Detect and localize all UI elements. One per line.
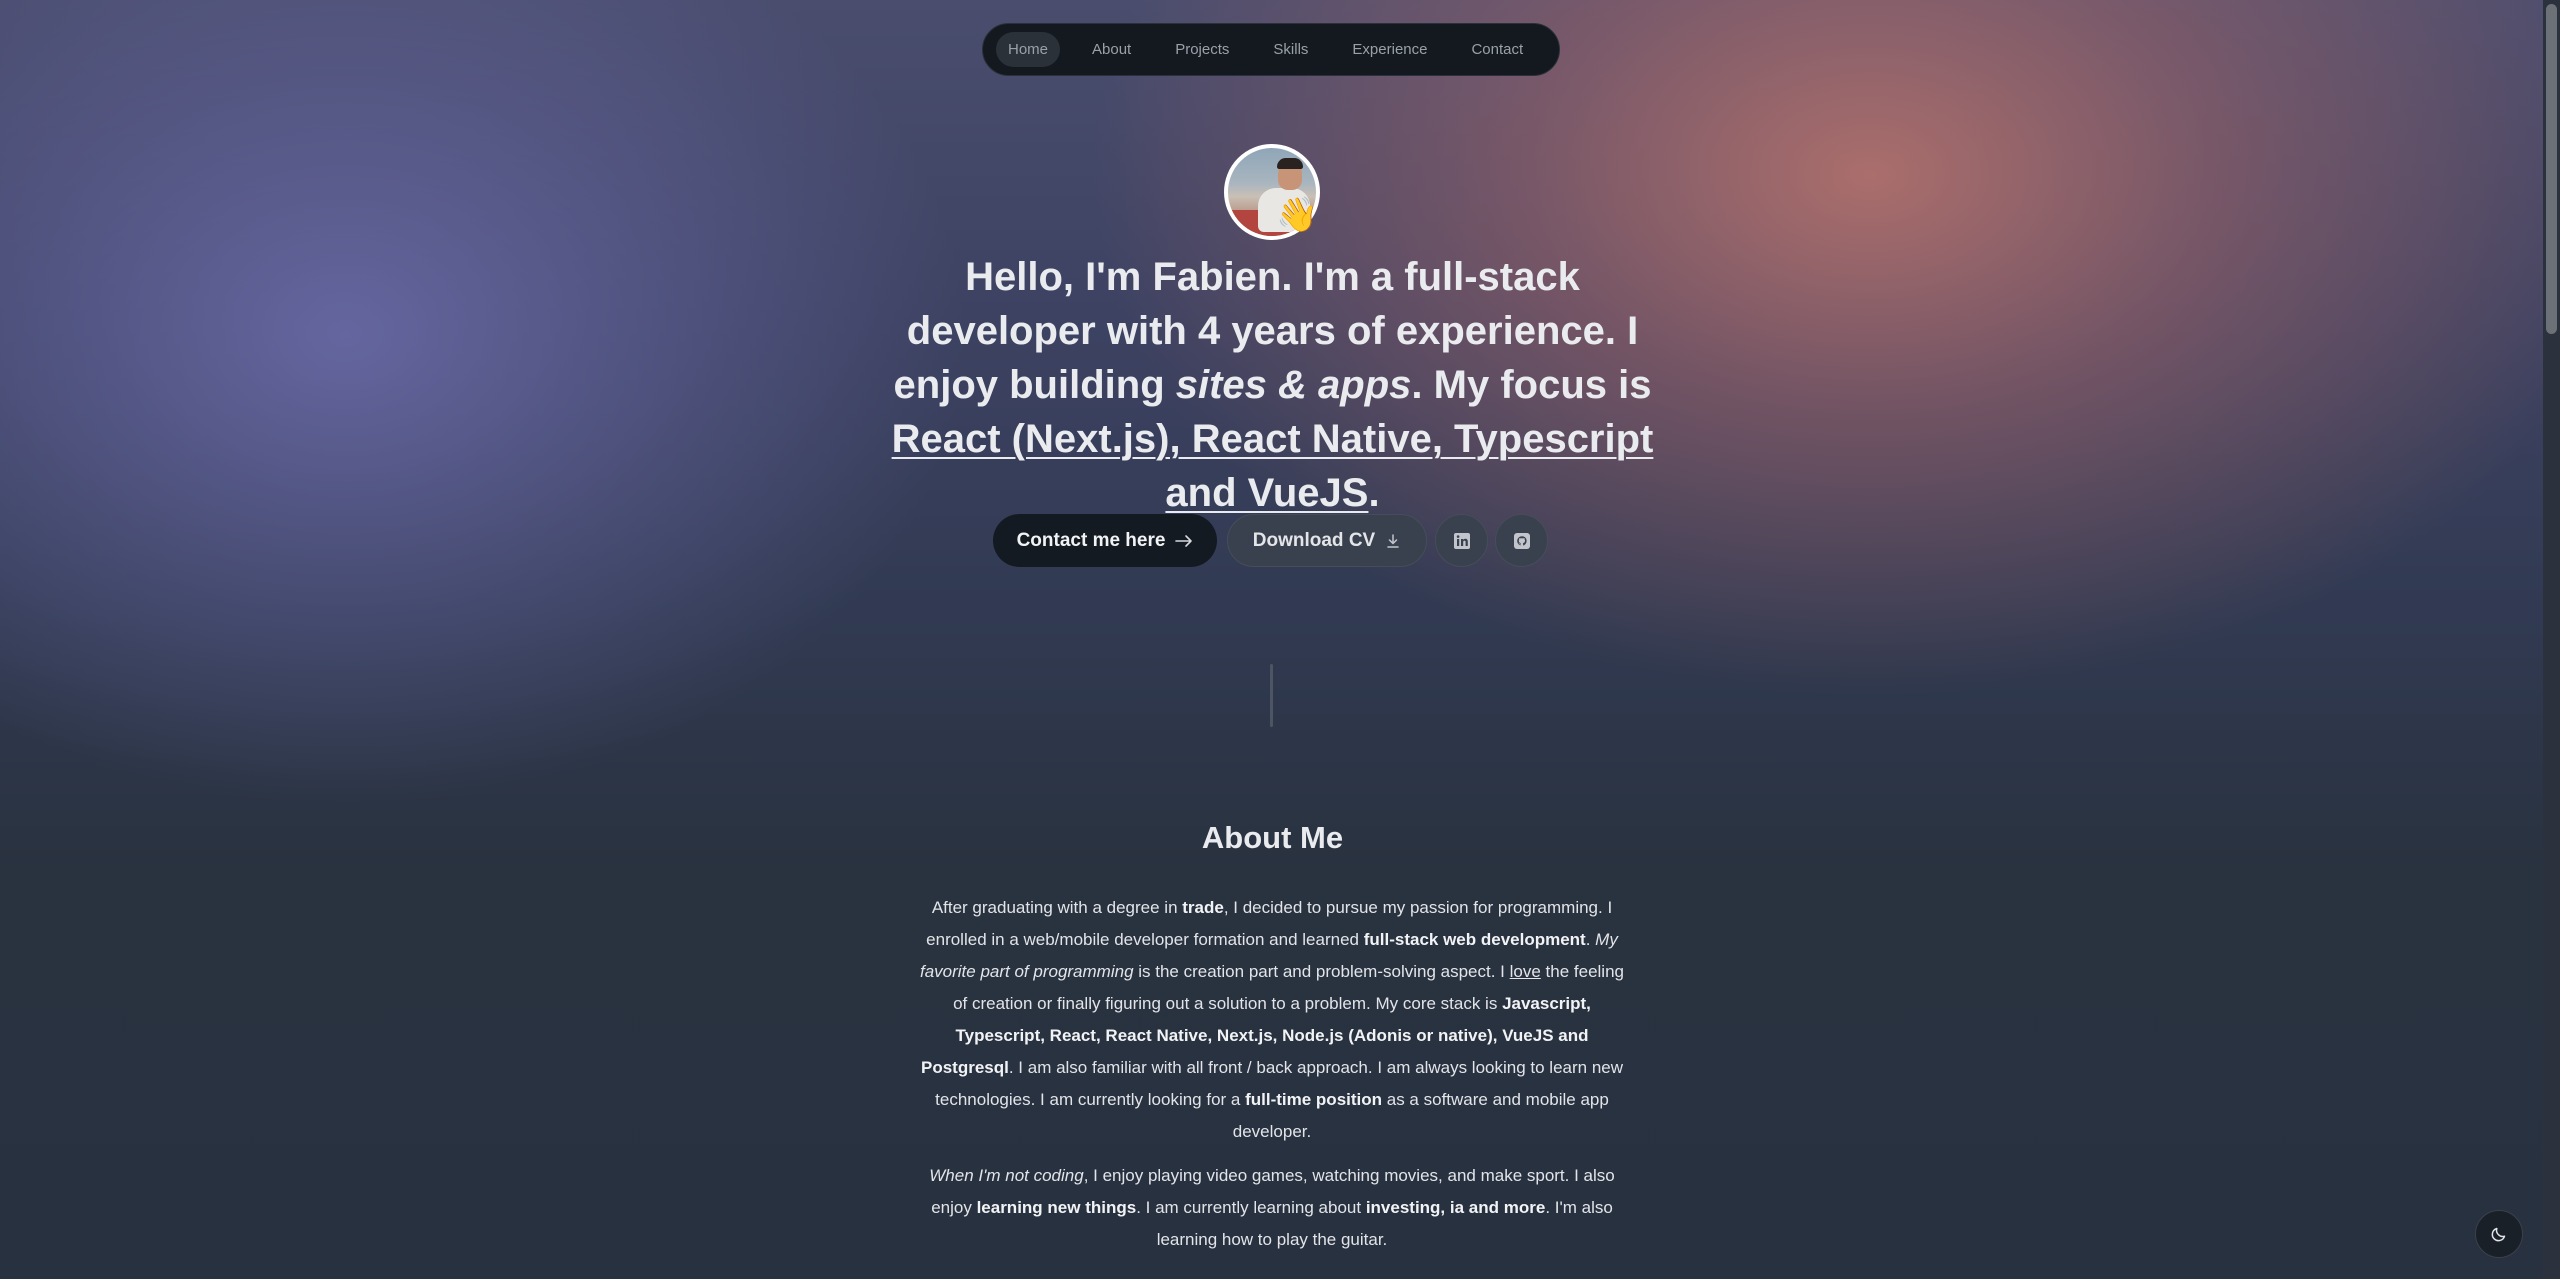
nav-skills[interactable]: Skills: [1261, 32, 1320, 67]
moon-icon: [2491, 1227, 2506, 1242]
about-p1-a: After graduating with a degree in: [931, 898, 1183, 917]
section-divider: [1270, 664, 1273, 727]
about-paragraph-1: After graduating with a degree in trade,…: [912, 892, 1632, 1148]
about-p2-c: learning new things: [976, 1198, 1137, 1217]
linkedin-button[interactable]: [1435, 514, 1488, 567]
wave-emoji: 👋: [1276, 196, 1319, 234]
theme-toggle-button[interactable]: [2475, 1210, 2523, 1258]
avatar-hair: [1277, 158, 1303, 169]
download-cv-label: Download CV: [1252, 529, 1376, 551]
download-icon: [1387, 533, 1399, 548]
page-scrollbar[interactable]: [2543, 0, 2560, 1279]
nav-contact[interactable]: Contact: [1459, 32, 1535, 67]
arrow-right-icon: [1175, 534, 1193, 547]
about-p1-d: full-stack web development: [1363, 930, 1586, 949]
about-paragraph-2: When I'm not coding, I enjoy playing vid…: [912, 1160, 1632, 1256]
contact-button[interactable]: Contact me here: [993, 514, 1217, 567]
hero-things: sites & apps: [1175, 363, 1412, 407]
linkedin-icon: [1453, 532, 1470, 549]
top-navigation: Home About Projects Skills Experience Co…: [982, 23, 1560, 76]
hero-text-2: with: [1095, 309, 1198, 353]
nav-home[interactable]: Home: [996, 32, 1061, 67]
about-p1-l: full-time position: [1245, 1090, 1383, 1109]
scrollbar-thumb[interactable]: [2546, 4, 2557, 334]
about-p1-e: .: [1585, 930, 1596, 949]
contact-button-label: Contact me here: [1016, 529, 1166, 551]
about-p1-h: love: [1509, 962, 1541, 981]
about-p2-e: investing, ia and more: [1365, 1198, 1546, 1217]
about-title: About Me: [1201, 820, 1344, 855]
download-cv-button[interactable]: Download CV: [1227, 514, 1427, 567]
github-button[interactable]: [1495, 514, 1548, 567]
hero-years: 4 years: [1197, 309, 1336, 353]
about-p1-g: is the creation part and problem-solving…: [1133, 962, 1510, 981]
about-text: After graduating with a degree in trade,…: [912, 892, 1632, 1256]
about-p1-b: trade: [1182, 898, 1224, 917]
hero-text-5: .: [1368, 471, 1380, 515]
nav-experience[interactable]: Experience: [1340, 32, 1439, 67]
hero-text-4: . My focus is: [1411, 363, 1652, 407]
github-icon: [1513, 532, 1530, 549]
about-p2-a: When I'm not coding: [929, 1166, 1084, 1185]
hero-text-1: I'm a: [1292, 255, 1405, 299]
nav-about[interactable]: About: [1080, 32, 1143, 67]
nav-projects[interactable]: Projects: [1163, 32, 1241, 67]
hero-greeting: Hello, I'm Fabien.: [965, 255, 1293, 299]
about-p2-d: . I am currently learning about: [1136, 1198, 1366, 1217]
hero-focus: React (Next.js), React Native, Typescrip…: [891, 417, 1654, 515]
hero-intro: Hello, I'm Fabien. I'm a full-stack deve…: [880, 250, 1665, 520]
